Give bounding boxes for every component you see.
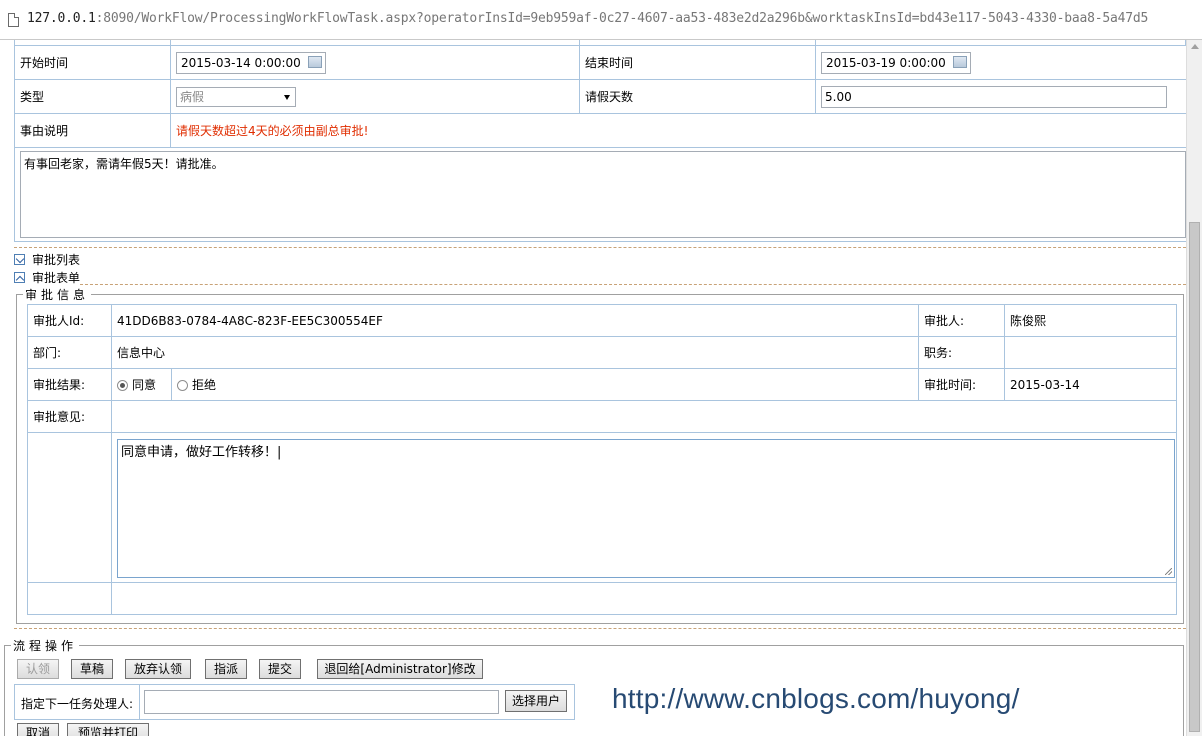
position-label: 职务: xyxy=(917,336,1005,369)
time-value: 2015-03-14 xyxy=(1003,368,1178,401)
dept-label: 部门: xyxy=(26,336,113,369)
table-row: 部门: 信息中心 职务: xyxy=(26,336,1178,369)
empty-cell xyxy=(111,582,1177,615)
end-time-value: 2015-03-19 0:00:00 xyxy=(826,55,946,70)
agree-option[interactable]: 同意 xyxy=(111,368,172,401)
section-divider xyxy=(14,628,1186,629)
next-handler-label: 指定下一任务处理人: xyxy=(21,697,134,711)
reason-note: 请假天数超过4天的必须由副总审批! xyxy=(170,113,1186,148)
time-label: 审批时间: xyxy=(917,368,1005,401)
table-row: 开始时间 2015-03-14 0:00:00 结束时间 2015-03-19 … xyxy=(14,45,1186,80)
claim-button[interactable]: 认领 xyxy=(17,659,59,679)
type-select[interactable]: 病假 xyxy=(176,86,296,107)
agree-label: 同意 xyxy=(132,378,157,392)
start-time-value: 2015-03-14 0:00:00 xyxy=(181,55,301,70)
url-path: :8090/WorkFlow/ProcessingWorkFlowTask.as… xyxy=(95,11,1149,26)
table-row: 同意申请，做好工作转移！| xyxy=(26,432,1177,583)
submit-button[interactable]: 提交 xyxy=(259,659,301,679)
url-host: 127.0.0.1 xyxy=(27,11,96,26)
watermark-text: http://www.cnblogs.com/huyong/ xyxy=(612,683,1020,714)
type-select-value: 病假 xyxy=(180,89,205,104)
reject-label: 拒绝 xyxy=(192,378,217,392)
calendar-icon[interactable] xyxy=(953,55,967,68)
scroll-up-icon[interactable] xyxy=(1191,44,1199,49)
approval-info-legend: 审批信息 xyxy=(25,288,90,302)
select-user-button[interactable]: 选择用户 xyxy=(505,690,567,712)
empty-cell xyxy=(26,582,113,615)
end-time-label: 结束时间 xyxy=(579,45,816,80)
start-time-cell: 2015-03-14 0:00:00 xyxy=(170,45,580,80)
abandon-claim-button[interactable]: 放弃认领 xyxy=(125,659,191,679)
opinion-header-cell xyxy=(111,400,1177,433)
next-handler-input[interactable] xyxy=(144,690,499,714)
end-time-cell: 2015-03-19 0:00:00 xyxy=(815,45,1186,80)
dropdown-arrow-icon xyxy=(284,94,290,100)
days-input[interactable]: 5.00 xyxy=(821,85,1167,108)
table-row xyxy=(26,582,1177,615)
next-handler-row: 指定下一任务处理人: 选择用户 xyxy=(14,684,575,720)
approval-table: 审批人Id: 41DD6B83-0784-4A8C-823F-EE5C30055… xyxy=(26,304,1178,615)
table-row: 审批结果: 同意 拒绝 审批时间: 2015-03-14 xyxy=(26,368,1178,401)
type-cell: 病假 xyxy=(170,79,580,114)
start-time-label: 开始时间 xyxy=(14,45,171,80)
end-time-input[interactable]: 2015-03-19 0:00:00 xyxy=(821,51,971,74)
scrollbar-thumb[interactable] xyxy=(1189,222,1200,732)
opinion-left-cell xyxy=(26,432,113,583)
section-divider xyxy=(80,284,1186,285)
approver-id-value: 41DD6B83-0784-4A8C-823F-EE5C300554EF xyxy=(111,304,919,337)
calendar-icon[interactable] xyxy=(308,55,322,68)
days-label: 请假天数 xyxy=(579,79,816,114)
type-label: 类型 xyxy=(14,79,171,114)
opinion-text: 同意申请，做好工作转移！| xyxy=(121,444,282,460)
reject-radio[interactable] xyxy=(177,380,188,391)
assign-button[interactable]: 指派 xyxy=(205,659,247,679)
collapse-icon xyxy=(14,272,25,285)
approval-form-toggle[interactable]: 审批表单 xyxy=(14,269,80,286)
process-ops-legend: 流程操作 xyxy=(13,639,78,653)
reject-option[interactable]: 拒绝 xyxy=(171,368,919,401)
table-row: 类型 病假 请假天数 5.00 xyxy=(14,79,1186,114)
return-button[interactable]: 退回给[Administrator]修改 xyxy=(317,659,483,679)
page-content: 开始时间 2015-03-14 0:00:00 结束时间 2015-03-19 … xyxy=(0,40,1186,736)
reason-label: 事由说明 xyxy=(14,113,171,148)
reason-text-cell: 有事回老家，需请年假5天！请批准。 xyxy=(14,147,1186,242)
approval-list-title: 审批列表 xyxy=(32,253,81,267)
days-cell: 5.00 xyxy=(815,79,1186,114)
dept-value: 信息中心 xyxy=(111,336,919,369)
table-row: 审批人Id: 41DD6B83-0784-4A8C-823F-EE5C30055… xyxy=(26,304,1178,337)
section-divider xyxy=(14,247,1186,248)
table-row: 事由说明 请假天数超过4天的必须由副总审批! xyxy=(14,113,1186,148)
page-icon xyxy=(8,13,19,27)
approval-form-title: 审批表单 xyxy=(32,271,81,285)
opinion-textarea[interactable]: 同意申请，做好工作转移！| xyxy=(117,438,1176,578)
opinion-label: 审批意见: xyxy=(26,400,113,433)
expand-icon xyxy=(14,254,25,265)
cancel-button[interactable]: 取消 xyxy=(17,723,59,736)
position-value xyxy=(1003,336,1178,369)
table-row: 有事回老家，需请年假5天！请批准。 xyxy=(14,147,1186,242)
approval-list-toggle[interactable]: 审批列表 xyxy=(14,251,80,268)
approver-value: 陈俊熙 xyxy=(1003,304,1178,337)
approver-label: 审批人: xyxy=(917,304,1005,337)
start-time-input[interactable]: 2015-03-14 0:00:00 xyxy=(176,51,326,74)
address-bar[interactable]: 127.0.0.1:8090/WorkFlow/ProcessingWorkFl… xyxy=(0,0,1202,40)
table-row: 审批意见: xyxy=(26,400,1177,433)
url-text[interactable]: 127.0.0.1:8090/WorkFlow/ProcessingWorkFl… xyxy=(27,11,1148,26)
leave-form-table: 开始时间 2015-03-14 0:00:00 结束时间 2015-03-19 … xyxy=(14,45,1186,242)
vertical-scrollbar[interactable] xyxy=(1186,40,1202,736)
preview-print-button[interactable]: 预览并打印 xyxy=(67,723,149,736)
reason-textarea[interactable]: 有事回老家，需请年假5天！请批准。 xyxy=(20,151,1186,238)
draft-button[interactable]: 草稿 xyxy=(71,659,113,679)
agree-radio[interactable] xyxy=(117,380,129,391)
resize-grip-icon[interactable] xyxy=(1165,567,1173,575)
result-label: 审批结果: xyxy=(26,368,113,401)
cell-separator xyxy=(139,685,140,719)
opinion-cell: 同意申请，做好工作转移！| xyxy=(111,432,1177,583)
approver-id-label: 审批人Id: xyxy=(26,304,113,337)
